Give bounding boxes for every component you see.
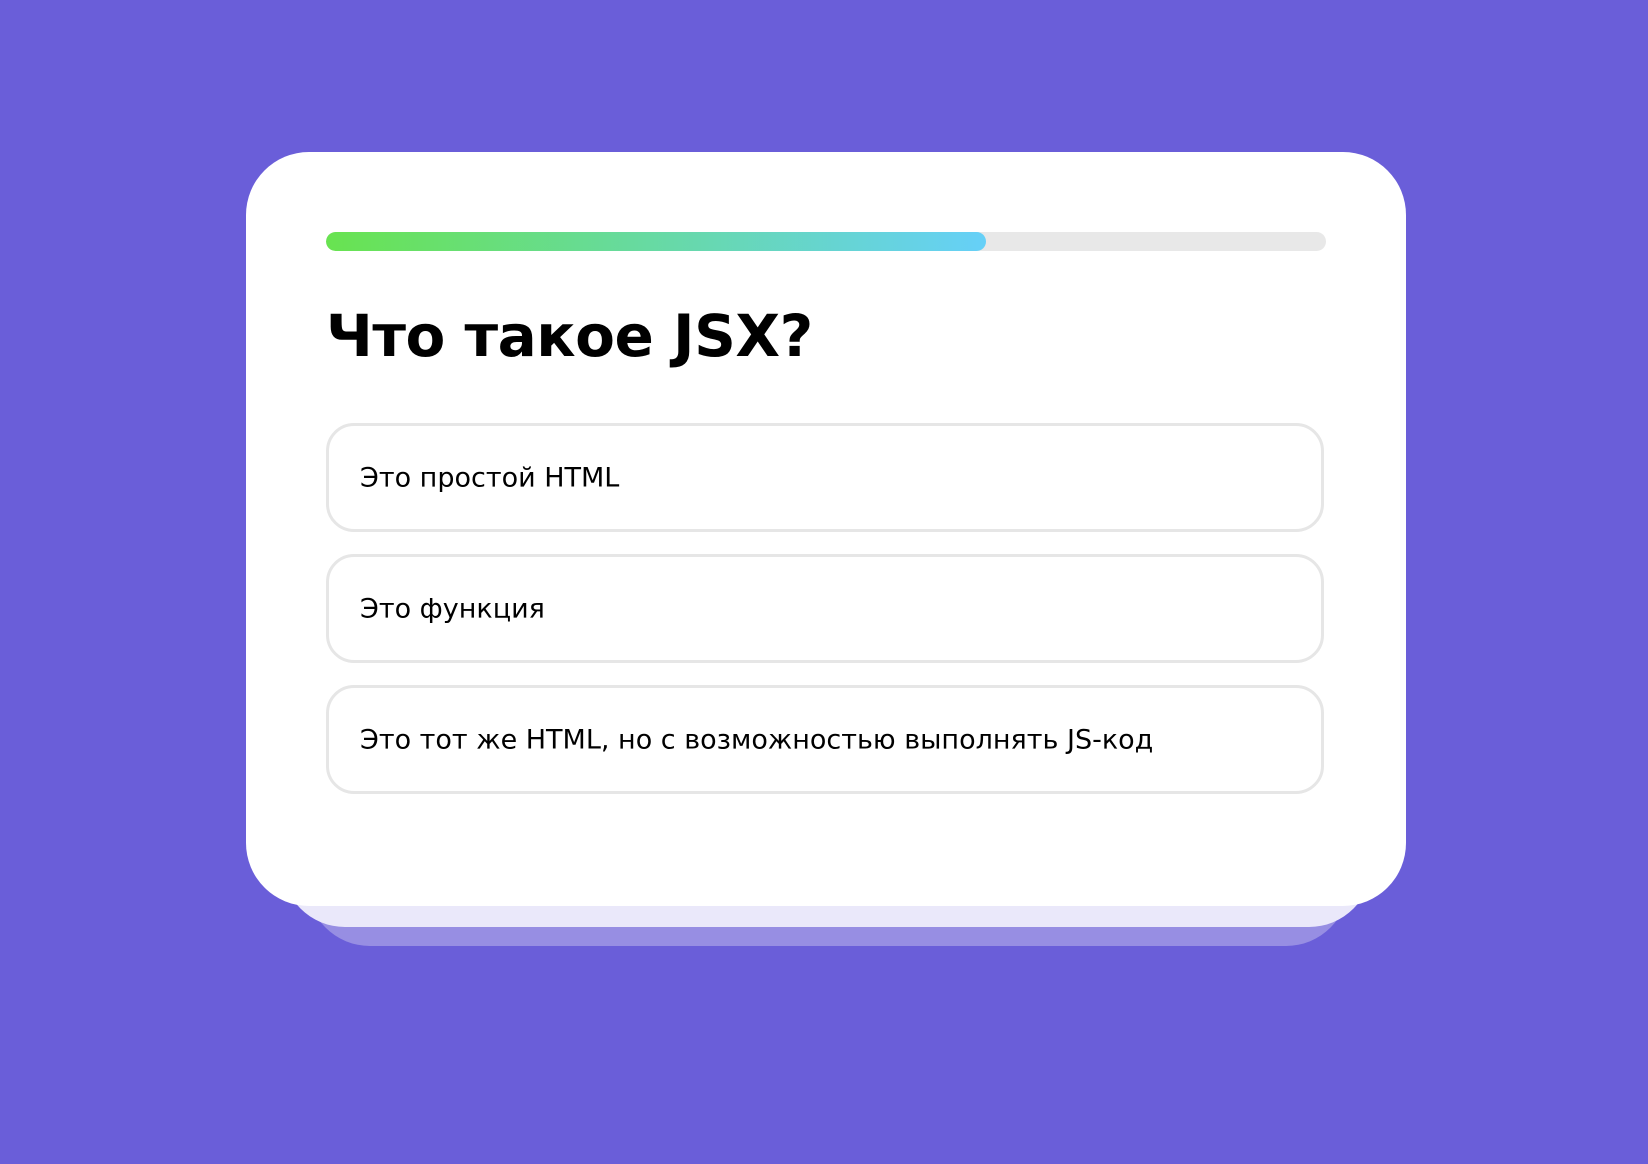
question-title: Что такое JSX?: [326, 302, 813, 370]
progress-fill: [326, 232, 986, 251]
answer-option-label: Это простой HTML: [360, 462, 620, 493]
answer-option-label: Это функция: [360, 593, 545, 624]
quiz-card: Что такое JSX? Это простой HTML Это функ…: [246, 152, 1406, 906]
answer-option-3[interactable]: Это тот же HTML, но с возможностью выпол…: [326, 685, 1324, 794]
answer-option-2[interactable]: Это функция: [326, 554, 1324, 663]
answer-option-1[interactable]: Это простой HTML: [326, 423, 1324, 532]
answer-option-label: Это тот же HTML, но с возможностью выпол…: [360, 724, 1154, 755]
quiz-progress-bar: [326, 232, 1326, 251]
